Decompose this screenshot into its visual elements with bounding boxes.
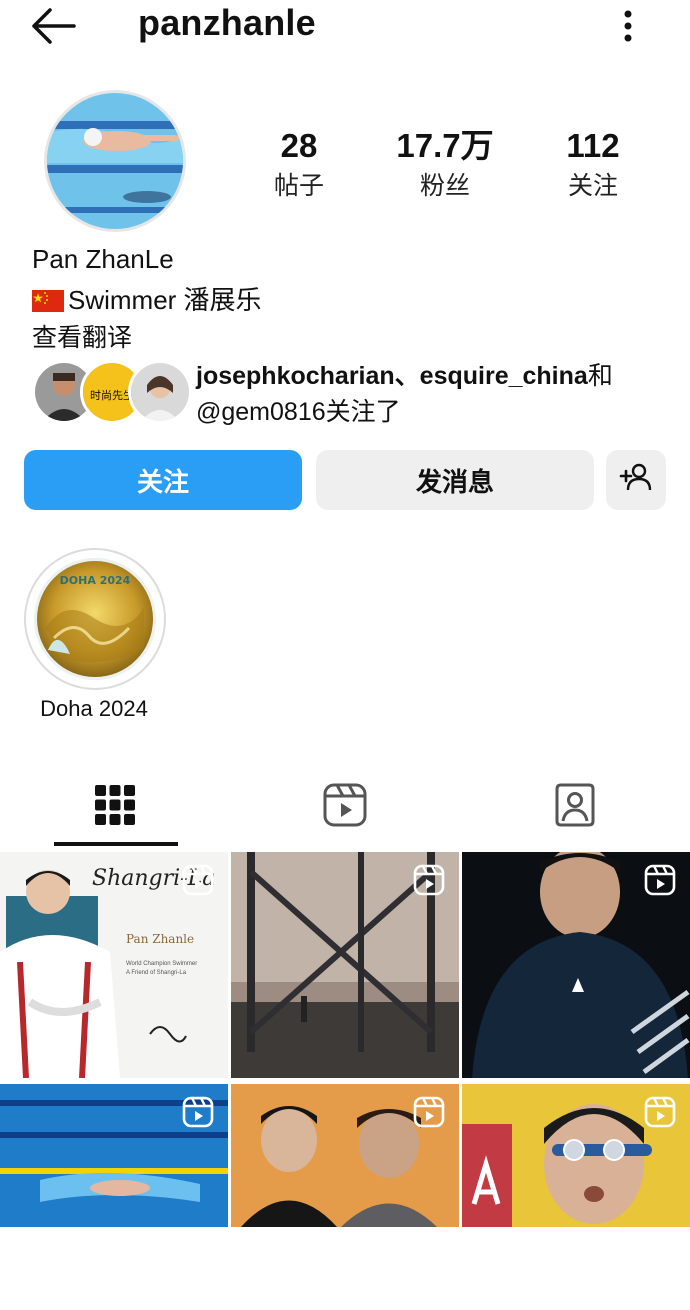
- back-arrow-icon[interactable]: [28, 4, 80, 48]
- mutual-third-user[interactable]: @gem0816: [196, 398, 326, 426]
- stat-followers-label: 粉丝: [419, 172, 470, 200]
- posts-grid: Shangri-La Pan Zhanle World Champion Swi…: [0, 852, 690, 1227]
- mutual-followed-text: 关注了: [325, 398, 401, 426]
- stat-posts-value: 28: [280, 127, 318, 164]
- mutual-usernames[interactable]: josephkocharian、esquire_china: [196, 362, 588, 390]
- stat-posts-label: 帖子: [273, 172, 324, 200]
- profile-avatar[interactable]: [44, 90, 186, 232]
- reel-badge-icon: [644, 864, 676, 896]
- stat-following-label: 关注: [567, 172, 618, 200]
- mutual-and: 和: [587, 362, 613, 390]
- stat-followers-value: 17.7万: [396, 127, 494, 164]
- reel-badge-icon: [182, 1096, 214, 1128]
- highlight-cover-image: DOHA 2024: [34, 558, 156, 680]
- active-tab-indicator: [54, 842, 178, 846]
- stat-following-value: 112: [566, 127, 620, 164]
- message-button[interactable]: 发消息: [316, 450, 594, 510]
- grid-icon: [94, 784, 136, 831]
- profile-display-name: Pan ZhanLe: [32, 244, 174, 274]
- reel-badge-icon: [182, 864, 214, 896]
- suggest-people-button[interactable]: [606, 450, 666, 510]
- reel-badge-icon: [413, 1096, 445, 1128]
- post-overlay-caption: World Champion Swimmer A Friend of Shang…: [126, 961, 198, 976]
- reel-badge-icon: [413, 864, 445, 896]
- reel-badge-icon: [644, 1096, 676, 1128]
- post-thumbnail[interactable]: [231, 852, 459, 1078]
- svg-text:DOHA 2024: DOHA 2024: [60, 574, 131, 587]
- post-overlay-name: Pan Zhanle: [126, 932, 195, 946]
- story-highlight[interactable]: DOHA 2024: [24, 548, 166, 690]
- mutual-avatar-3: [128, 360, 192, 424]
- highlight-label[interactable]: Doha 2024: [26, 696, 162, 722]
- stat-following[interactable]: 112 关注: [528, 126, 658, 204]
- tab-reels[interactable]: [230, 772, 460, 842]
- more-options-icon[interactable]: [610, 6, 646, 46]
- post-thumbnail[interactable]: [231, 1084, 459, 1310]
- tagged-person-icon: [553, 783, 597, 832]
- mutual-followers-avatars[interactable]: 时尚先生: [32, 360, 192, 424]
- tab-tagged[interactable]: [460, 772, 690, 842]
- post-thumbnail[interactable]: [0, 1084, 228, 1310]
- add-person-icon: [619, 462, 653, 499]
- stat-followers[interactable]: 17.7万 粉丝: [380, 126, 510, 204]
- profile-bio: Swimmer 潘展乐: [32, 280, 262, 317]
- avatar-image: [47, 93, 183, 229]
- profile-username: panzhanle: [138, 2, 316, 43]
- stat-posts[interactable]: 28 帖子: [234, 126, 364, 204]
- post-thumbnail[interactable]: [462, 852, 690, 1078]
- bio-text: Swimmer 潘展乐: [68, 285, 262, 315]
- reels-icon: [323, 783, 367, 832]
- post-thumbnail[interactable]: [462, 1084, 690, 1310]
- china-flag-icon: [32, 288, 64, 312]
- see-translation-link[interactable]: 查看翻译: [32, 318, 132, 354]
- post-thumbnail[interactable]: Shangri-La Pan Zhanle World Champion Swi…: [0, 852, 228, 1078]
- follow-button[interactable]: 关注: [24, 450, 302, 510]
- mutual-followers-text[interactable]: josephkocharian、esquire_china和 @gem0816关…: [196, 358, 613, 430]
- tab-posts-grid[interactable]: [0, 772, 230, 842]
